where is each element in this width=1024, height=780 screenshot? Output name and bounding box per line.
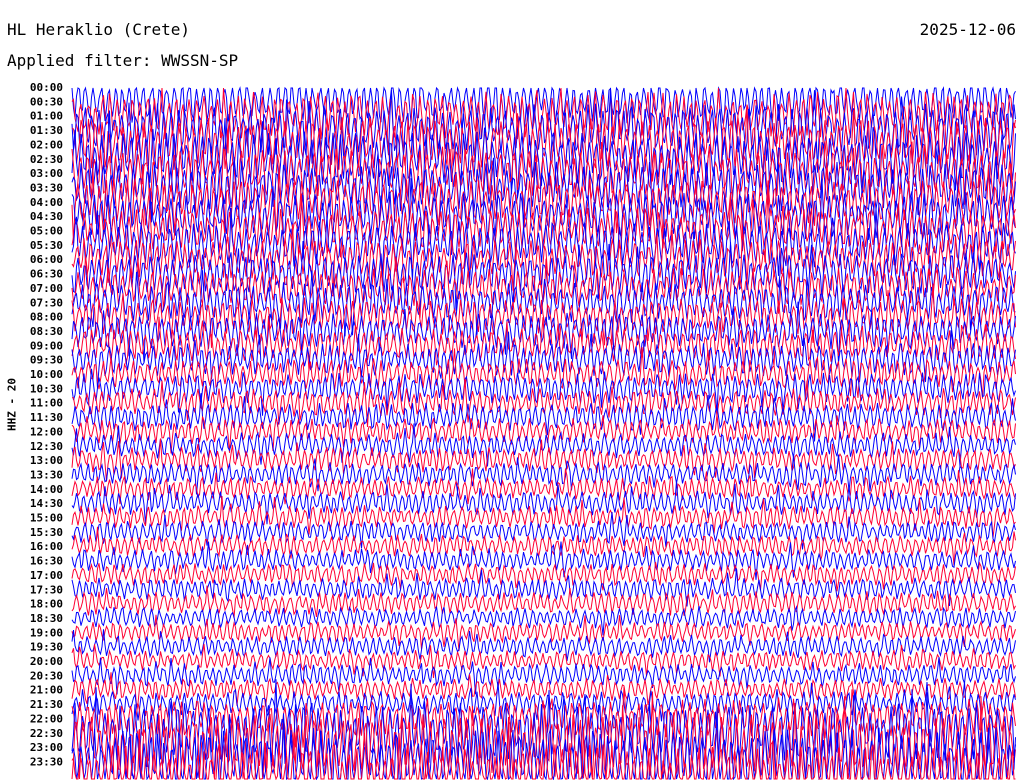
hour-label: 11:30	[30, 411, 63, 424]
hour-label: 20:30	[30, 669, 63, 682]
hour-label: 08:30	[30, 325, 63, 338]
hour-label: 02:30	[30, 153, 63, 166]
hour-label: 21:30	[30, 698, 63, 711]
hour-label: 19:00	[30, 626, 63, 639]
hour-label: 21:00	[30, 684, 63, 697]
hour-label: 01:00	[30, 110, 63, 123]
hour-label: 12:30	[30, 440, 63, 453]
helicorder-plot: 00:0000:30 01:0001:3002:00 02:3003:0003:30…	[30, 81, 1016, 780]
trace-line	[71, 605, 1016, 636]
hour-label: 18:30	[30, 612, 63, 625]
hour-label: 15:00	[30, 512, 63, 525]
hour-label: 19:30	[30, 641, 63, 654]
hour-label: 00:30	[30, 95, 63, 108]
hour-label: 08:00	[30, 311, 63, 324]
hour-label: 04:30	[30, 210, 63, 223]
hour-label: 07:00	[30, 282, 63, 295]
hour-label: 06:30	[30, 268, 63, 281]
hour-label: 12:00	[30, 425, 63, 438]
hour-label: 03:30	[30, 181, 63, 194]
hour-label: 16:30	[30, 555, 63, 568]
hour-label: 02:00	[30, 138, 63, 151]
hour-label: 11:00	[30, 397, 63, 410]
hour-label: 23:30	[30, 755, 63, 768]
hour-label: 23:00	[30, 741, 63, 754]
hour-label: 18:00	[30, 598, 63, 611]
trace-line	[71, 672, 1016, 708]
hour-labels: 00:0000:30 01:0001:3002:00 02:3003:0003:30…	[30, 81, 63, 768]
hour-label: 20:00	[30, 655, 63, 668]
hour-label: 04:00	[30, 196, 63, 209]
hour-label: 22:00	[30, 712, 63, 725]
hour-label: 01:30	[30, 124, 63, 137]
hour-label: 10:30	[30, 382, 63, 395]
seismic-traces	[71, 86, 1016, 780]
trace-line	[71, 512, 1016, 550]
hour-label: 00:00	[30, 81, 63, 94]
hour-label: 14:00	[30, 483, 63, 496]
hour-label: 22:30	[30, 727, 63, 740]
hour-label: 17:00	[30, 569, 63, 582]
hour-label: 10:00	[30, 368, 63, 381]
hour-label: 09:30	[30, 354, 63, 367]
hour-label: 05:30	[30, 239, 63, 252]
hour-label: 09:00	[30, 339, 63, 352]
hour-label: 07:30	[30, 296, 63, 309]
hour-label: 15:30	[30, 526, 63, 539]
hour-label: 14:30	[30, 497, 63, 510]
hour-label: 16:00	[30, 540, 63, 553]
hour-label: 06:00	[30, 253, 63, 266]
hour-label: 13:00	[30, 454, 63, 467]
hour-label: 05:00	[30, 225, 63, 238]
hour-label: 17:30	[30, 583, 63, 596]
hour-label: 03:00	[30, 167, 63, 180]
hour-label: 13:30	[30, 468, 63, 481]
